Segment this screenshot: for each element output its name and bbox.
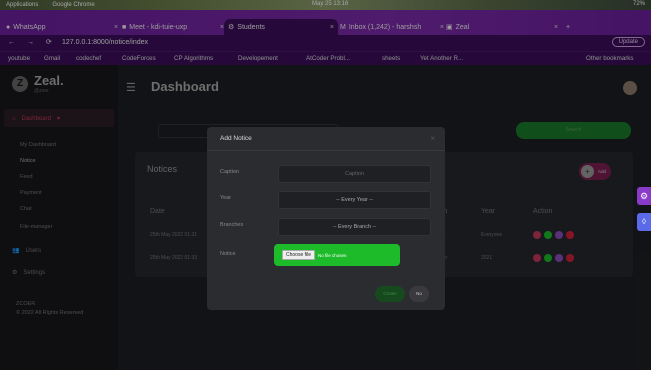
year-select[interactable]: -- Every Year -- — [278, 191, 431, 209]
no-button[interactable]: No — [409, 286, 429, 302]
create-button[interactable]: Create — [375, 286, 405, 302]
theme-float-icon[interactable]: ◊ — [637, 213, 651, 231]
caption-label: Caption — [220, 169, 239, 175]
notice-file-input[interactable]: Choose file No file chosen — [274, 244, 400, 266]
caption-input[interactable]: Caption — [278, 165, 431, 183]
modal-header: Add Notice × — [207, 127, 445, 151]
branches-label: Branches — [220, 222, 244, 228]
branches-select[interactable]: -- Every Branch -- — [278, 218, 431, 236]
notice-label: Notice — [220, 251, 236, 257]
choose-file-button[interactable]: Choose file — [282, 250, 316, 260]
year-label: Year — [220, 195, 232, 201]
settings-float-icon[interactable]: ⚙ — [637, 187, 651, 205]
file-status: No file chosen — [318, 252, 347, 258]
add-notice-modal: Add Notice × Caption Caption Year -- Eve… — [207, 127, 445, 310]
close-icon[interactable]: × — [430, 134, 435, 143]
modal-title: Add Notice — [220, 135, 252, 142]
